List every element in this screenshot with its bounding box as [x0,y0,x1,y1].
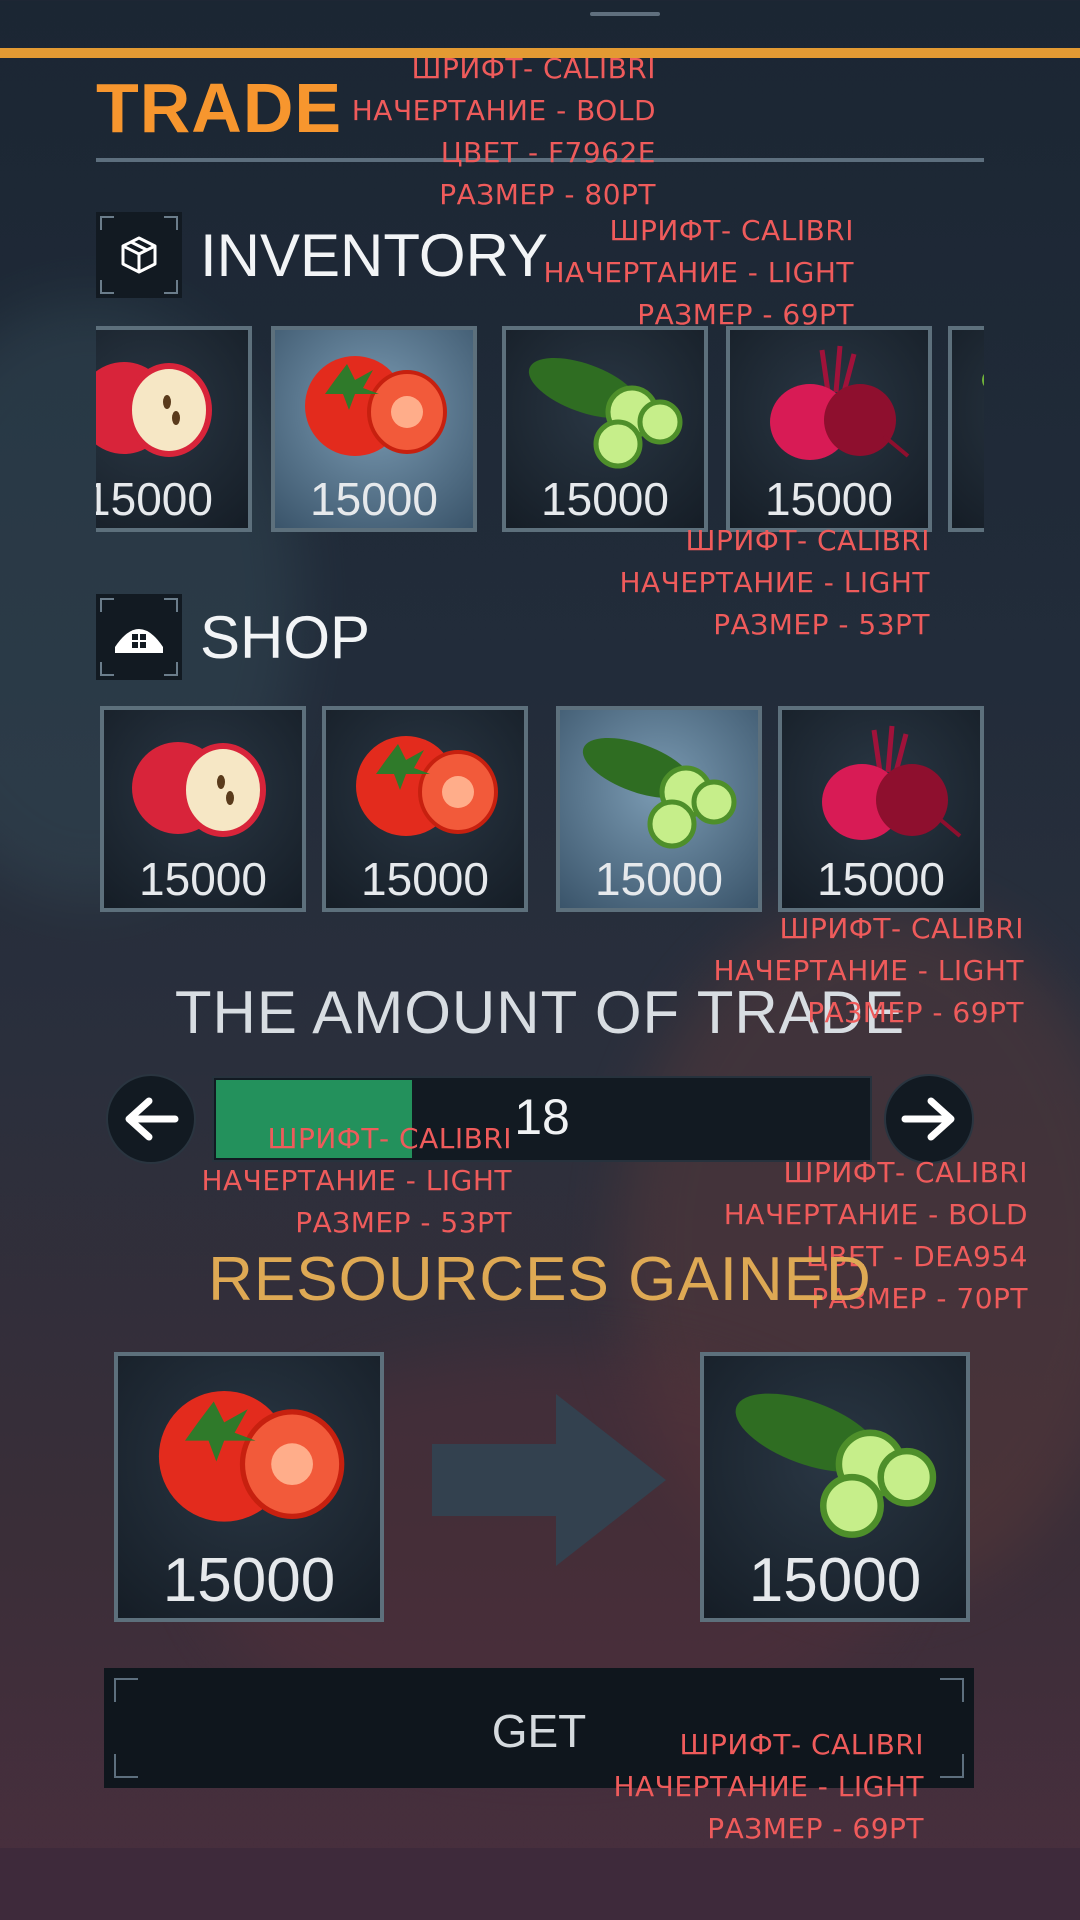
give-resource-card: 15000 [114,1352,384,1622]
tomato-icon [305,356,447,456]
shop-card-apple[interactable]: 15000 [100,706,306,912]
bottom-band [0,1848,1080,1920]
beet-icon [770,345,910,460]
note-slider: ШРИФТ- CALIBRI НАЧЕРТАНИЕ - LIGHT РАЗМЕР -… [201,1122,512,1239]
apple-icon [96,362,212,457]
item-quantity: 15000 [310,473,438,525]
resources-title: RESOURCES GAINED [208,1245,872,1314]
give-quantity: 15000 [162,1546,336,1615]
tomato-icon [158,1391,345,1522]
cube-icon [96,212,182,298]
note-card-qty: ШРИФТ- CALIBRI НАЧЕРТАНИЕ - LIGHT РАЗМЕР -… [619,524,930,641]
shop-icon [96,594,182,680]
item-quantity: 15000 [595,853,723,905]
cucumber-icon [582,737,737,849]
shop-strip[interactable]: 15000 15000 15000 15000 [96,706,984,912]
page-title: TRADE [96,69,343,147]
beet-icon [822,725,962,840]
item-quantity: 15000 [817,853,945,905]
exchange-arrow-icon [432,1394,666,1566]
get-resource-card: 15000 [700,1352,970,1622]
inventory-strip[interactable]: 15000 15000 15000 15000 [96,326,984,532]
note-title: ШРИФТ- CALIBRI НАЧЕРТАНИЕ - BOLD ЦВЕТ - F… [351,52,656,211]
decrease-button[interactable] [106,1074,196,1164]
arrow-right-icon [901,1097,955,1141]
shop-header: SHOP [96,594,370,680]
item-quantity: 15000 [765,473,893,525]
inventory-header: INVENTORY [96,212,548,298]
inventory-label: INVENTORY [200,221,548,289]
inventory-card-apple[interactable]: 15000 [96,326,252,532]
item-quantity: 15000 [361,853,489,905]
cucumber-icon [528,357,683,469]
item-quantity: 15000 [541,473,669,525]
shop-card-tomato[interactable]: 15000 [322,706,528,912]
shop-card-beet[interactable]: 15000 [778,706,984,912]
get-quantity: 15000 [748,1546,922,1615]
inventory-card-partial[interactable] [948,326,984,532]
note-amount-title: ШРИФТ- CALIBRI НАЧЕРТАНИЕ - LIGHT РАЗМЕР -… [713,912,1024,1029]
increase-button[interactable] [884,1074,974,1164]
shop-label: SHOP [200,603,371,671]
apple-icon [132,742,266,837]
inventory-card-cucumber[interactable]: 15000 [502,326,708,532]
cucumber-icon [735,1393,937,1538]
inventory-card-tomato[interactable]: 15000 [271,326,477,532]
arrow-left-icon [125,1097,179,1141]
tomato-icon [356,736,498,836]
note-inventory: ШРИФТ- CALIBRI НАЧЕРТАНИЕ - LIGHT РАЗМЕР -… [543,214,854,331]
shop-card-cucumber[interactable]: 15000 [556,706,762,912]
drag-handle[interactable] [590,12,660,16]
item-quantity: 15000 [139,853,267,905]
cucumber-icon [982,374,984,386]
item-quantity: 15000 [96,473,213,525]
note-get: ШРИФТ- CALIBRI НАЧЕРТАНИЕ - LIGHT РАЗМЕР -… [613,1728,924,1845]
inventory-card-beet[interactable]: 15000 [726,326,932,532]
